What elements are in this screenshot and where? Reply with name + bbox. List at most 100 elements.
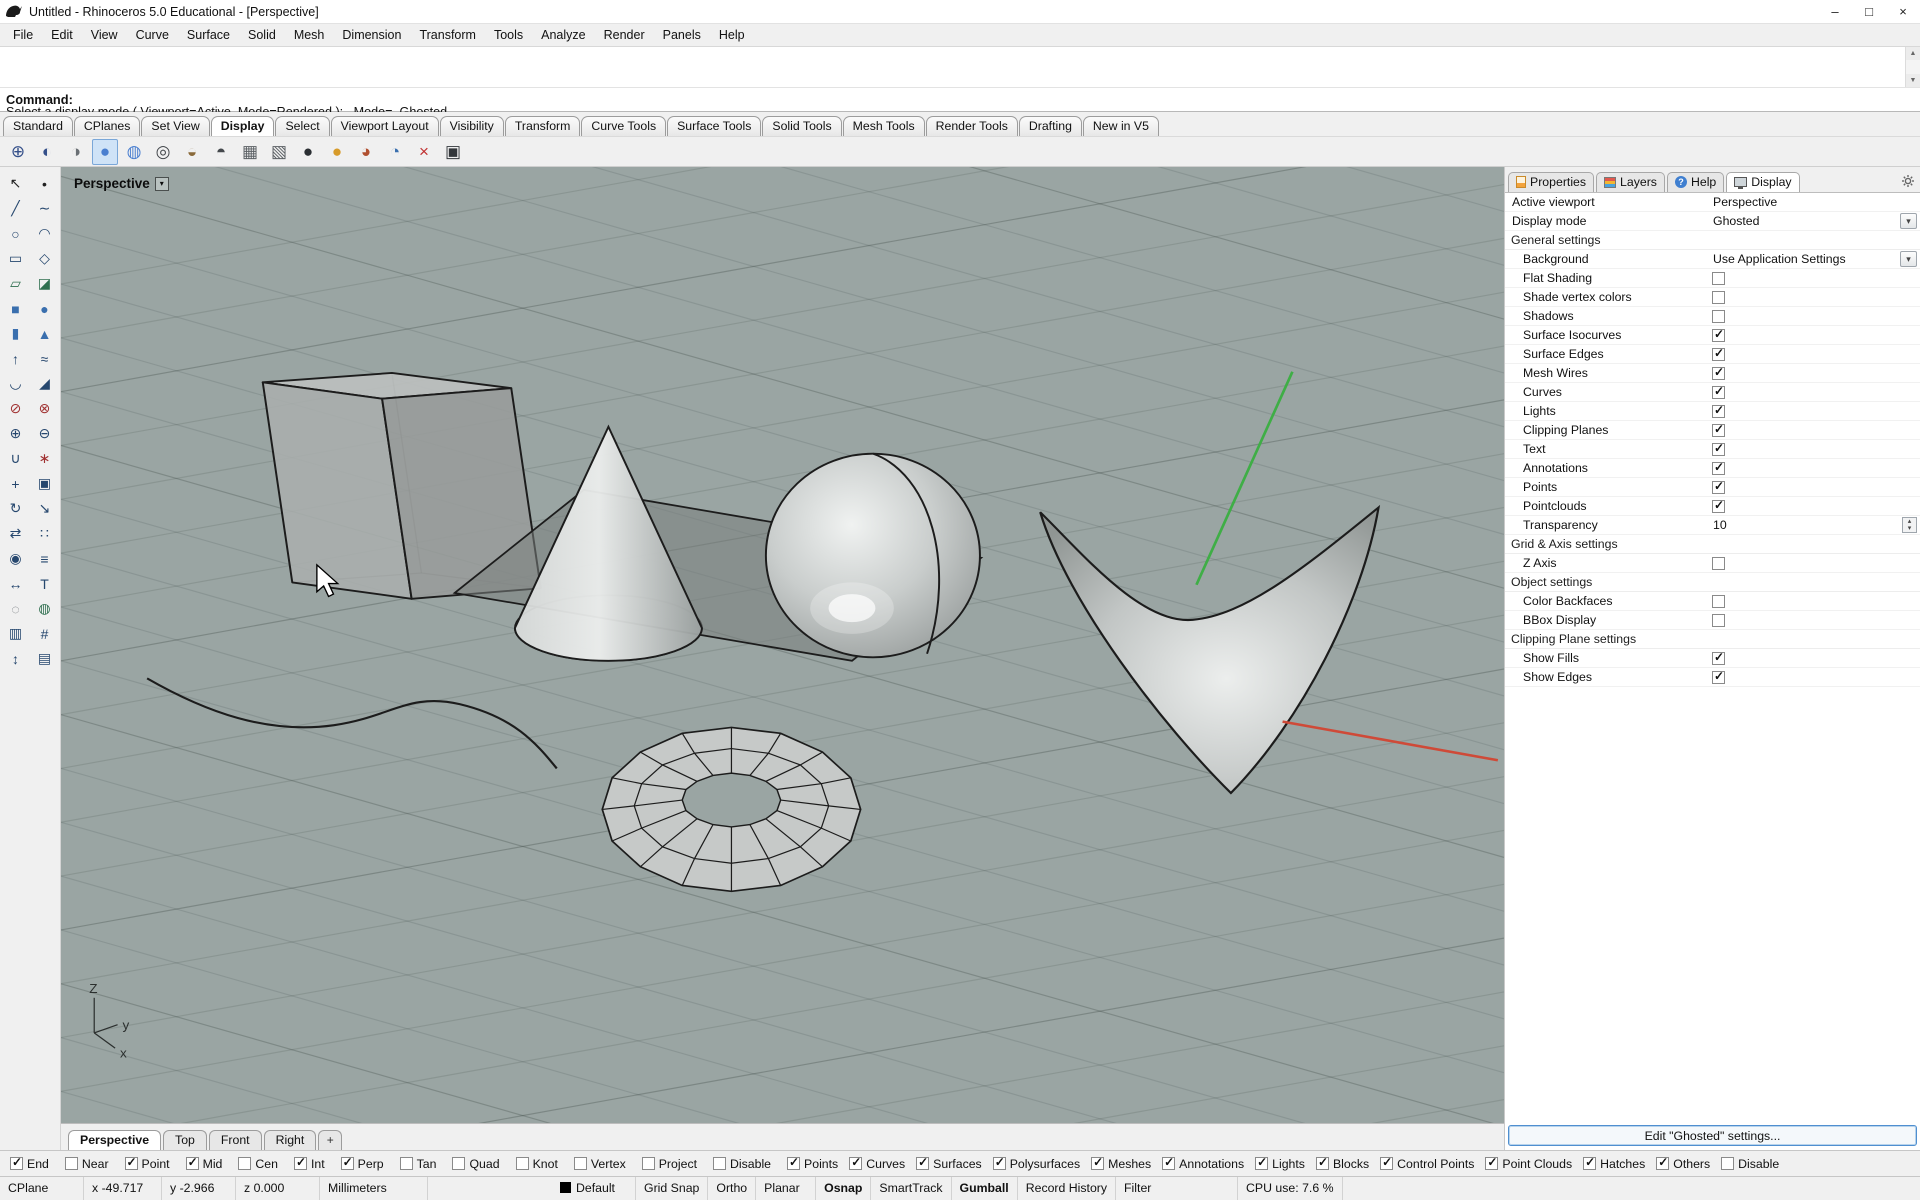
setting-checkbox[interactable] [1712, 365, 1725, 380]
menu-item[interactable]: Curve [127, 24, 178, 46]
cone-icon[interactable]: ▲ [31, 321, 58, 346]
status-pane[interactable]: Filter [1116, 1177, 1239, 1200]
toolbar-tab[interactable]: CPlanes [73, 116, 141, 136]
menu-item[interactable]: View [82, 24, 127, 46]
filter-checkbox[interactable] [1380, 1155, 1394, 1170]
filter-checkbox[interactable] [849, 1155, 863, 1170]
osnap-checkbox[interactable] [515, 1157, 529, 1170]
spinner-control[interactable] [1902, 517, 1917, 533]
osnap-checkbox[interactable] [340, 1155, 354, 1170]
filter-checkbox[interactable] [1091, 1155, 1105, 1170]
toolbar-tab[interactable]: Surface Tools [667, 116, 762, 136]
status-pane[interactable]: Ortho [708, 1177, 757, 1200]
viewport-tab[interactable]: Right [263, 1130, 317, 1150]
status-pane[interactable]: Grid Snap [636, 1177, 709, 1200]
dropdown-button[interactable] [1900, 213, 1917, 229]
split-icon[interactable]: ⊗ [31, 396, 58, 421]
filter-checkbox[interactable] [1162, 1155, 1176, 1170]
xray-display-icon[interactable]: ◍ [121, 139, 147, 165]
osnap-toggle[interactable]: Cen [238, 1157, 278, 1171]
shaded-display-icon[interactable]: ◐ [34, 139, 60, 165]
sphere-object[interactable] [764, 452, 981, 659]
circle-icon[interactable]: ○ [2, 221, 29, 246]
polygon-icon[interactable]: ◇ [31, 246, 58, 271]
spinner-up-icon[interactable] [1903, 518, 1916, 525]
toolbar-tab[interactable]: New in V5 [1082, 116, 1159, 136]
filter-toggle[interactable]: Others [1656, 1155, 1710, 1171]
menu-item[interactable]: Help [710, 24, 754, 46]
osnap-checkbox[interactable] [641, 1157, 655, 1170]
menu-item[interactable]: Dimension [333, 24, 410, 46]
osnap-checkbox[interactable] [713, 1157, 727, 1170]
osnap-toggle[interactable]: Tan [399, 1157, 436, 1171]
loft-icon[interactable]: ≈ [31, 346, 58, 371]
clipping-plane-icon[interactable]: × [411, 139, 437, 165]
setting-checkbox[interactable] [1712, 271, 1725, 285]
curve-boolean-icon[interactable]: ◉ [2, 546, 29, 571]
status-pane[interactable]: SmartTrack [871, 1177, 952, 1200]
menu-item[interactable]: Surface [178, 24, 239, 46]
rotate-icon[interactable]: ↻ [2, 496, 29, 521]
explode-icon[interactable]: ∗ [31, 446, 58, 471]
flat-shade-icon[interactable]: ▦ [237, 139, 263, 165]
setting-checkbox[interactable] [1712, 384, 1725, 399]
setting-checkbox[interactable] [1712, 327, 1725, 342]
close-button[interactable]: × [1886, 0, 1920, 23]
copy-icon[interactable]: ▣ [31, 471, 58, 496]
status-pane[interactable]: z 0.000 [236, 1177, 320, 1200]
osnap-toggle[interactable]: Vertex [573, 1157, 626, 1171]
edit-ghosted-settings-button[interactable]: Edit "Ghosted" settings... [1508, 1125, 1917, 1146]
osnap-toggle[interactable]: Disable [713, 1157, 771, 1171]
status-pane[interactable]: Osnap [816, 1177, 872, 1200]
osnap-toggle[interactable]: End [10, 1155, 49, 1171]
status-pane[interactable]: Planar [756, 1177, 817, 1200]
curve-icon[interactable]: ∼ [31, 196, 58, 221]
surface-plane-icon[interactable]: ▱ [2, 271, 29, 296]
toolbar-tab[interactable]: Solid Tools [762, 116, 842, 136]
polyline-icon[interactable]: ╱ [2, 196, 29, 221]
osnap-checkbox[interactable] [293, 1155, 307, 1170]
setting-checkbox[interactable] [1712, 403, 1725, 418]
filter-checkbox[interactable] [916, 1155, 930, 1170]
toolbar-tab[interactable]: Viewport Layout [330, 116, 439, 136]
setting-checkbox[interactable] [1712, 613, 1725, 627]
osnap-toggle[interactable]: Near [64, 1157, 109, 1171]
array-icon[interactable]: ∷ [31, 521, 58, 546]
dropdown-button[interactable] [1900, 251, 1917, 267]
toolbar-tab[interactable]: Select [275, 116, 330, 136]
toolbar-tab[interactable]: Transform [504, 116, 581, 136]
point-icon[interactable]: • [31, 171, 58, 196]
render-icon[interactable]: ● [295, 139, 321, 165]
filter-toggle[interactable]: Hatches [1583, 1155, 1645, 1171]
osnap-toggle[interactable]: Point [124, 1155, 170, 1171]
pan-view-icon[interactable]: ↕ [2, 646, 29, 671]
perspective-viewport[interactable]: Z y x Perspective [61, 167, 1504, 1123]
status-pane[interactable]: CPlane [0, 1177, 84, 1200]
osnap-toggle[interactable]: Quad [452, 1157, 500, 1171]
spinner-down-icon[interactable] [1903, 525, 1916, 532]
setting-checkbox[interactable] [1712, 309, 1725, 323]
osnap-checkbox[interactable] [238, 1157, 252, 1170]
osnap-toggle[interactable]: Int [293, 1155, 325, 1171]
torus-mesh-object[interactable] [601, 726, 862, 893]
move-icon[interactable]: + [2, 471, 29, 496]
viewport-tab[interactable]: Top [163, 1130, 207, 1150]
status-pane[interactable]: Record History [1018, 1177, 1117, 1200]
filter-checkbox[interactable] [787, 1155, 801, 1170]
shade-selected-icon[interactable]: ▧ [266, 139, 292, 165]
setting-checkbox[interactable] [1712, 460, 1725, 475]
osnap-checkbox[interactable] [452, 1157, 466, 1170]
menu-item[interactable]: Analyze [532, 24, 594, 46]
osnap-checkbox[interactable] [185, 1155, 199, 1170]
status-pane[interactable]: Millimeters [320, 1177, 428, 1200]
filter-toggle[interactable]: Control Points [1380, 1155, 1474, 1171]
panel-options-gear-icon[interactable] [1902, 175, 1914, 187]
trim-icon[interactable]: ⊘ [2, 396, 29, 421]
tab-display[interactable]: Display [1726, 172, 1800, 192]
pen-display-icon[interactable]: ◓ [208, 139, 234, 165]
patch-icon[interactable]: ◪ [31, 271, 58, 296]
filter-checkbox[interactable] [1583, 1155, 1597, 1170]
scale-icon[interactable]: ↘ [31, 496, 58, 521]
menu-item[interactable]: Mesh [285, 24, 334, 46]
toolbar-tab[interactable]: Drafting [1018, 116, 1082, 136]
